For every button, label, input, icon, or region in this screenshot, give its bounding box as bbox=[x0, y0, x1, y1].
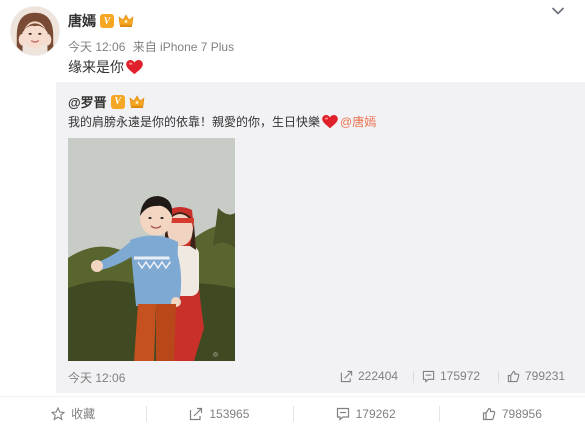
comment-button[interactable]: 179262 bbox=[292, 397, 439, 430]
comment-icon bbox=[336, 407, 349, 421]
repost-button[interactable]: 153965 bbox=[146, 397, 292, 430]
like-button[interactable]: 798956 bbox=[438, 397, 585, 430]
star-icon bbox=[51, 406, 66, 421]
repost-text: 我的肩膀永遠是你的依靠！親愛的你，生日快樂 @唐嫣 bbox=[68, 113, 376, 130]
repost-author-name[interactable]: @罗晋 bbox=[68, 92, 107, 111]
divider bbox=[413, 371, 414, 383]
like-icon bbox=[507, 370, 520, 382]
repost-author-row: @罗晋 V bbox=[68, 92, 145, 111]
like-icon bbox=[482, 407, 496, 420]
weibo-post-card: 唐嫣 V 今天 12:06 来自 iPhone 7 Plus 缘来是你 @罗晋 … bbox=[0, 0, 585, 430]
repost-icon bbox=[340, 370, 353, 382]
author-row: 唐嫣 V bbox=[68, 11, 134, 31]
crown-icon[interactable] bbox=[129, 94, 145, 109]
divider bbox=[498, 371, 499, 383]
post-text-content: 缘来是你 bbox=[68, 59, 124, 75]
post-source[interactable]: 来自 iPhone 7 Plus bbox=[133, 40, 234, 54]
verified-v-icon[interactable]: V bbox=[110, 94, 125, 109]
avatar[interactable] bbox=[10, 6, 60, 56]
reposted-content: @罗晋 V 我的肩膀永遠是你的依靠！親愛的你，生日快樂 @唐嫣 ◎ 今天 12:… bbox=[56, 82, 585, 393]
post-text: 缘来是你 bbox=[68, 57, 143, 77]
like-count: 798956 bbox=[501, 406, 542, 421]
chevron-down-icon[interactable] bbox=[551, 6, 565, 16]
post-time[interactable]: 今天 12:06 bbox=[68, 40, 125, 54]
repost-icon bbox=[190, 407, 203, 420]
action-bar: 收藏 153965 179262 798956 bbox=[0, 396, 585, 430]
repost-comment-count-value: 175972 bbox=[440, 369, 481, 383]
crown-icon[interactable] bbox=[118, 14, 134, 28]
repost-count: 153965 bbox=[209, 406, 250, 421]
repost-like-count-value: 799231 bbox=[525, 369, 566, 383]
verified-v-icon[interactable]: V bbox=[100, 14, 114, 28]
repost-comment-count[interactable]: 175972 bbox=[422, 369, 480, 383]
repost-forward-count-value: 222404 bbox=[358, 369, 399, 383]
heart-emoji-icon bbox=[322, 114, 338, 128]
favorite-button[interactable]: 收藏 bbox=[0, 397, 146, 430]
repost-forward-count[interactable]: 222404 bbox=[340, 369, 398, 383]
author-name[interactable]: 唐嫣 bbox=[68, 11, 96, 31]
favorite-label: 收藏 bbox=[71, 407, 96, 421]
comment-count: 179262 bbox=[355, 406, 396, 421]
repost-text-content: 我的肩膀永遠是你的依靠！親愛的你，生日快樂 bbox=[68, 115, 321, 129]
repost-time[interactable]: 今天 12:06 bbox=[68, 369, 125, 386]
svg-text:◎: ◎ bbox=[213, 351, 218, 358]
mention-link[interactable]: @唐嫣 bbox=[340, 113, 376, 130]
repost-like-count[interactable]: 799231 bbox=[507, 369, 565, 383]
heart-emoji-icon bbox=[126, 59, 143, 74]
post-meta: 今天 12:06 来自 iPhone 7 Plus bbox=[68, 38, 238, 55]
comment-icon bbox=[422, 370, 435, 383]
post-photo[interactable]: ◎ bbox=[68, 138, 235, 361]
repost-footer: 今天 12:06 222404 175972 799231 bbox=[68, 369, 573, 387]
